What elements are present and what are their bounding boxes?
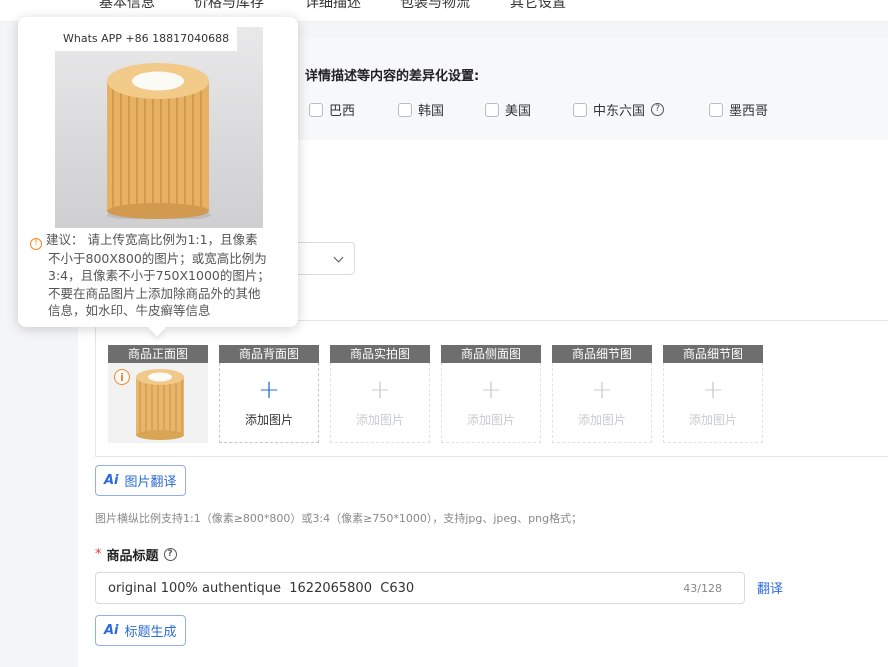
image-slot-label: 商品侧面图: [441, 345, 541, 363]
chevron-down-icon: [333, 252, 344, 263]
checkbox-korea[interactable]: 韩国: [398, 100, 444, 119]
help-icon[interactable]: ?: [163, 548, 177, 561]
plus-icon: +: [702, 375, 724, 405]
preview-image: Whats APP +86 18817040688: [55, 27, 263, 228]
help-icon[interactable]: ?: [651, 103, 665, 116]
checkbox-brazil[interactable]: 巴西: [309, 100, 355, 119]
checkbox-middle-east[interactable]: 中东六国 ?: [573, 100, 665, 119]
ai-icon: Ai: [104, 623, 119, 638]
tab-other-settings[interactable]: 其它设置: [510, 0, 566, 12]
suggestion-line: 不小于800X800的图片；或宽高比例为: [48, 250, 267, 266]
image-translate-button[interactable]: Ai 图片翻译: [95, 465, 186, 496]
info-icon: !: [30, 237, 42, 250]
title-generate-button[interactable]: Ai 标题生成: [95, 615, 186, 646]
differentiation-title: 详情描述等内容的差异化设置:: [305, 69, 480, 84]
plus-icon: +: [591, 375, 613, 405]
character-counter: 43/128: [683, 582, 722, 595]
add-image-text: 添加图片: [577, 413, 626, 427]
plus-icon: +: [369, 375, 391, 405]
oil-filter-thumbnail: [136, 369, 184, 440]
add-image-button[interactable]: + 添加图片: [219, 363, 319, 443]
uploaded-product-image[interactable]: i: [108, 363, 208, 443]
product-title-text: 商品标题: [106, 549, 159, 564]
ai-icon: Ai: [104, 473, 119, 488]
suggestion-line-text: 建议： 请上传宽高比例为1:1，且像素: [46, 232, 258, 247]
category-select[interactable]: [290, 242, 355, 275]
add-image-button-disabled: + 添加图片: [330, 363, 430, 443]
image-slot-label: 商品正面图: [108, 345, 208, 363]
add-image-text: 添加图片: [466, 413, 515, 427]
image-slot-label: 商品细节图: [552, 345, 652, 363]
image-slot-detail-1: 商品细节图 + 添加图片: [552, 345, 652, 443]
product-title-label: * 商品标题 ?: [95, 545, 177, 564]
checkbox-usa[interactable]: 美国: [485, 100, 531, 119]
add-image-button-disabled: + 添加图片: [441, 363, 541, 443]
checkbox-mexico[interactable]: 墨西哥: [709, 100, 768, 119]
checkbox-label: 墨西哥: [729, 104, 769, 119]
image-format-hint: 图片横纵比例支持1:1（像素≥800*800）或3:4（像素≥750*1000）…: [95, 512, 583, 525]
checkbox-box[interactable]: [309, 102, 323, 117]
suggestion-line: 3:4，且像素不小于750X1000的图片；: [48, 268, 270, 284]
add-image-text: 添加图片: [355, 413, 404, 427]
required-mark: *: [95, 547, 102, 562]
add-image-text: 添加图片: [244, 413, 293, 427]
image-translate-label: 图片翻译: [124, 475, 177, 490]
tab-packaging-logistics[interactable]: 包装与物流: [400, 0, 470, 12]
add-image-button-disabled: + 添加图片: [552, 363, 652, 443]
checkbox-label: 韩国: [418, 104, 445, 119]
image-preview-tooltip: Whats APP +86 18817040688 ! 建议： 请上传宽高比例为1…: [18, 17, 298, 337]
tab-basic-info[interactable]: 基本信息: [99, 0, 155, 12]
checkbox-box[interactable]: [573, 102, 587, 117]
plus-icon: +: [258, 375, 280, 405]
checkbox-label: 美国: [505, 104, 532, 119]
warning-icon[interactable]: i: [114, 369, 130, 385]
translate-link[interactable]: 翻译: [757, 578, 783, 597]
checkbox-label: 巴西: [329, 104, 356, 119]
oil-filter-image: [107, 63, 211, 219]
suggestion-line: ! 建议： 请上传宽高比例为1:1，且像素: [30, 231, 292, 250]
watermark-text: Whats APP +86 18817040688: [55, 27, 237, 51]
checkbox-box[interactable]: [398, 102, 412, 117]
add-image-text: 添加图片: [688, 413, 737, 427]
product-title-input[interactable]: [108, 573, 668, 603]
image-slot-detail-2: 商品细节图 + 添加图片: [663, 345, 763, 443]
product-title-field[interactable]: 43/128: [95, 572, 745, 604]
image-slot-real-shot: 商品实拍图 + 添加图片: [330, 345, 430, 443]
tab-price-stock[interactable]: 价格与库存: [194, 0, 264, 12]
checkbox-label: 中东六国: [593, 104, 646, 119]
checkbox-box[interactable]: [485, 102, 499, 117]
suggestion-line: 不要在商品图片上添加除商品外的其他: [48, 285, 261, 301]
title-generate-label: 标题生成: [124, 625, 177, 640]
image-slot-back[interactable]: 商品背面图 + 添加图片: [219, 345, 319, 443]
suggestion-line: 信息，如水印、牛皮癣等信息: [48, 303, 211, 319]
add-image-button-disabled: + 添加图片: [663, 363, 763, 443]
image-slot-label: 商品实拍图: [330, 345, 430, 363]
checkbox-box[interactable]: [709, 102, 723, 117]
plus-icon: +: [480, 375, 502, 405]
image-slot-side: 商品侧面图 + 添加图片: [441, 345, 541, 443]
image-slot-label: 商品细节图: [663, 345, 763, 363]
image-suggestion-text: ! 建议： 请上传宽高比例为1:1，且像素 不小于800X800的图片；或宽高比例…: [30, 231, 292, 320]
image-slot-label: 商品背面图: [219, 345, 319, 363]
image-slot-front[interactable]: 商品正面图 i: [108, 345, 208, 443]
tab-detail-description[interactable]: 详细描述: [305, 0, 361, 12]
